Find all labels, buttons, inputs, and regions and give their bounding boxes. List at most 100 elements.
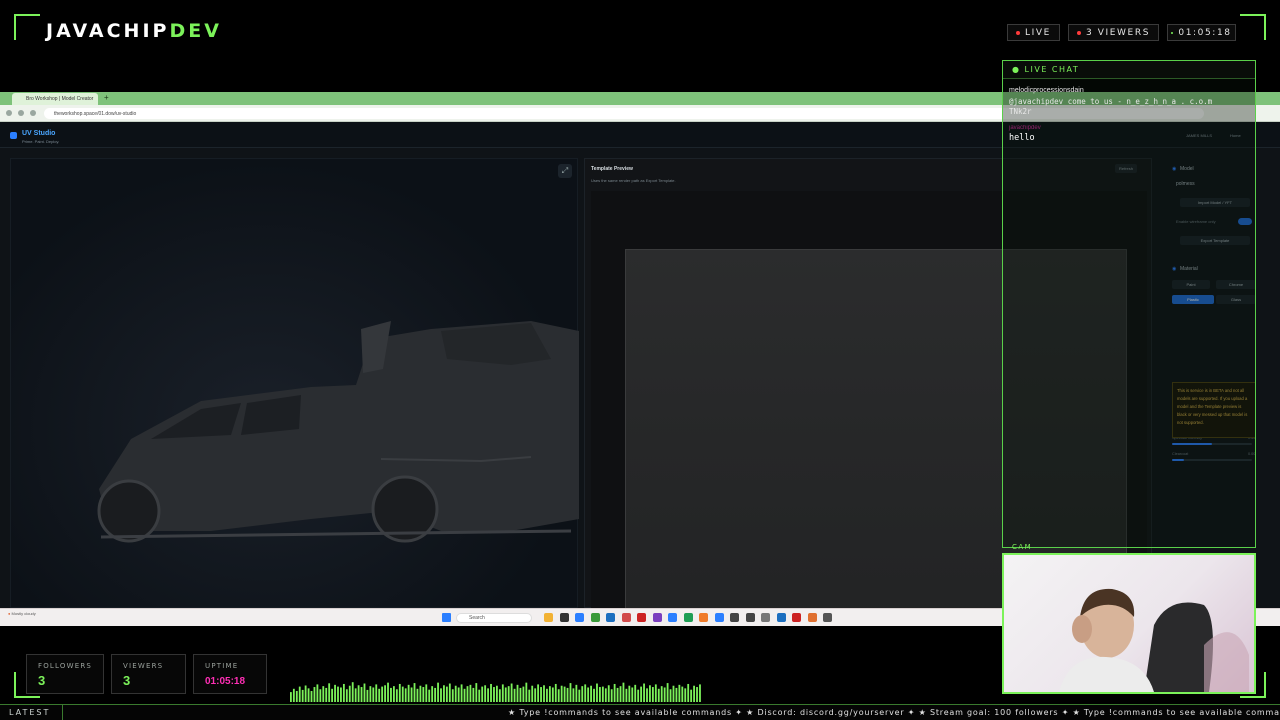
taskbar-search[interactable]: Search [456, 613, 532, 623]
taskbar-app-icon[interactable] [544, 613, 553, 622]
taskbar-app-icon[interactable] [792, 613, 801, 622]
back-icon[interactable] [6, 110, 12, 116]
forward-icon[interactable] [18, 110, 24, 116]
taskbar-app-icon[interactable] [559, 613, 569, 622]
weather-text: Mostly cloudy [11, 611, 36, 616]
taskbar-app-icon[interactable] [590, 613, 600, 622]
visualizer-bar [366, 689, 369, 702]
browser-tab[interactable]: Bro Workshop | Model Creator [12, 93, 98, 105]
visualizer-bar [663, 687, 666, 702]
visualizer-bar [516, 684, 519, 702]
visualizer-bar [604, 688, 607, 702]
taskbar-app-icon[interactable] [761, 613, 770, 622]
webcam-feed [1002, 553, 1256, 694]
visualizer-bar [469, 684, 472, 702]
taskbar-app-icon[interactable] [714, 613, 724, 622]
visualizer-bar [675, 687, 678, 702]
visualizer-bar [699, 684, 701, 702]
new-tab-icon[interactable]: + [104, 93, 109, 102]
visualizer-bar [557, 689, 560, 702]
visualizer-bar [616, 687, 619, 702]
visualizer-bar [496, 685, 498, 702]
clock-dot-icon [1171, 31, 1174, 34]
visualizer-bar [534, 688, 537, 702]
visualizer-bar [316, 684, 319, 702]
taskbar-app-icon[interactable] [823, 613, 832, 622]
visualizer-bar [301, 689, 304, 702]
weather-widget[interactable]: ● Mostly cloudy [8, 611, 36, 617]
followers-label: FOLLOWERS [38, 662, 93, 670]
ticker-divider [62, 705, 63, 720]
visualizer-bar [304, 685, 307, 702]
visualizer-bar [319, 689, 322, 702]
taskbar-app-icon[interactable] [776, 613, 786, 622]
visualizer-bar [357, 685, 360, 702]
visualizer-bar [348, 685, 351, 702]
taskbar-app-icon[interactable] [668, 613, 677, 622]
visualizer-bar [290, 692, 292, 702]
reload-icon[interactable] [30, 110, 36, 116]
visualizer-bar [578, 689, 581, 702]
visualizer-bar [637, 689, 640, 702]
expand-icon[interactable]: ⤢ [558, 164, 572, 178]
visualizer-bar [448, 683, 451, 702]
3d-viewport[interactable] [10, 158, 579, 608]
visualizer-bar [342, 683, 345, 702]
live-label: LIVE [1025, 27, 1051, 38]
visualizer-bar [466, 686, 469, 702]
brand-accent: DEV [169, 20, 222, 42]
taskbar-app-icon[interactable] [699, 613, 708, 622]
chat-message-extra: TNk2r [1009, 107, 1032, 116]
taskbar-app-icon[interactable] [575, 613, 584, 622]
visualizer-bar [334, 684, 336, 702]
streamer-silhouette [1059, 588, 1249, 692]
visualizer-bar [501, 684, 504, 702]
visualizer-bar [401, 686, 404, 702]
visualizer-bar [351, 682, 354, 702]
visualizer-bar [440, 688, 442, 702]
visualizer-bar [687, 683, 690, 702]
visualizer-bar [513, 688, 516, 702]
visualizer-bar [360, 687, 363, 702]
visualizer-bar [454, 685, 457, 702]
visualizer-bar [622, 682, 625, 702]
taskbar-app-icon[interactable] [683, 613, 693, 622]
uptime-value: 01:05:18 [205, 676, 246, 687]
taskbar-app-icon[interactable] [621, 613, 631, 622]
visualizer-bar [551, 687, 554, 702]
visualizer-bar [310, 691, 313, 702]
visualizer-bar [443, 685, 445, 702]
visualizer-bar [540, 687, 542, 702]
taskbar-app-icon[interactable] [745, 613, 755, 622]
start-icon[interactable] [442, 613, 451, 622]
visualizer-bar [657, 688, 660, 702]
browser-tab-title: Bro Workshop | Model Creator [26, 96, 94, 102]
visualizer-bar [528, 689, 531, 702]
visualizer-bar [584, 684, 587, 702]
live-dot-icon [1016, 30, 1021, 35]
taskbar-app-icon[interactable] [730, 613, 739, 622]
visualizer-bar [651, 687, 654, 702]
visualizer-bar [398, 683, 401, 702]
visualizer-bar [413, 683, 416, 702]
visualizer-bar [684, 688, 687, 702]
visualizer-bar [660, 686, 663, 702]
app-logo[interactable]: UV Studio [22, 130, 55, 137]
visualizer-bar [407, 684, 410, 702]
visualizer-bar [525, 682, 528, 702]
visualizer-bar [590, 685, 592, 702]
taskbar-app-icon[interactable] [637, 613, 646, 622]
viewers-label: VIEWERS [123, 662, 164, 670]
visualizer-bar [498, 689, 501, 702]
cam-label: CAM [1012, 543, 1033, 551]
brand-main: JAVACHIP [46, 20, 170, 42]
visualizer-bar [472, 687, 475, 702]
visualizer-bar [640, 686, 643, 702]
taskbar-app-icon[interactable] [652, 613, 662, 622]
visualizer-bar [543, 685, 545, 702]
chat-username: javachipdev [1009, 125, 1041, 131]
visualizer-bar [613, 683, 616, 702]
taskbar-app-icon[interactable] [606, 613, 615, 622]
taskbar-app-icon[interactable] [807, 613, 817, 622]
visualizer-bar [478, 689, 481, 702]
